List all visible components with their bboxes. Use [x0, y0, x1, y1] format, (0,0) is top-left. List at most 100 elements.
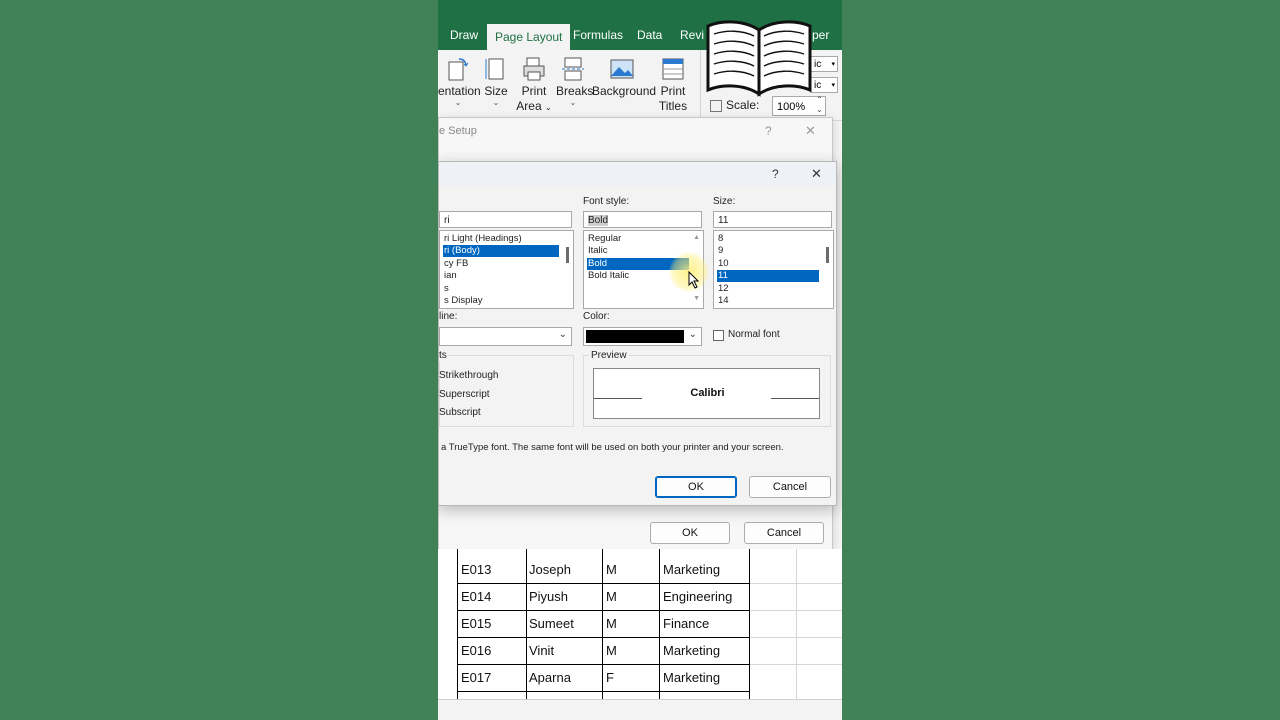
- scrollbar-thumb[interactable]: [826, 247, 829, 263]
- cell-name[interactable]: Aparna: [529, 664, 571, 691]
- cancel-button[interactable]: Cancel: [749, 476, 831, 498]
- preview-text: Calibri: [690, 387, 725, 399]
- list-item[interactable]: 8: [717, 233, 819, 245]
- effects-label: ts: [439, 350, 447, 361]
- status-bar: [438, 699, 842, 720]
- cell-department[interactable]: Marketing: [663, 556, 720, 583]
- scale-spinner[interactable]: ⌃ ⌄: [816, 95, 823, 115]
- grid-line: [457, 549, 458, 699]
- scroll-down-icon[interactable]: ▼: [693, 295, 700, 302]
- worksheet-grid: E013 Joseph M Marketing E014 Piyush M En…: [438, 549, 842, 720]
- grid-line: [750, 610, 842, 611]
- color-label: Color:: [583, 311, 610, 322]
- print-titles-button[interactable]: Print Titles: [656, 50, 690, 114]
- breaks-icon: [560, 56, 586, 82]
- tab-draw[interactable]: Draw: [450, 28, 478, 42]
- cell-name[interactable]: Vinit: [529, 637, 554, 664]
- close-icon[interactable]: ✕: [805, 123, 816, 139]
- chevron-down-icon: ⌄: [454, 98, 462, 107]
- tab-developer[interactable]: per: [812, 28, 829, 42]
- preview-label: Preview: [589, 350, 629, 361]
- list-item[interactable]: 12: [717, 283, 819, 295]
- scrollbar-thumb[interactable]: [566, 247, 569, 263]
- cell-gender[interactable]: F: [606, 664, 614, 691]
- preview-box: Calibri: [593, 368, 820, 419]
- printer-icon: [521, 56, 547, 82]
- chevron-down-icon: ⌄: [558, 329, 567, 340]
- truetype-info-text: a TrueType font. The same font will be u…: [441, 442, 784, 453]
- cell-gender[interactable]: M: [606, 556, 617, 583]
- cell-id[interactable]: E015: [461, 610, 491, 637]
- format-cells-font-dialog: ? ✕ ri ri Light (Headings) ri (Body) cy …: [438, 161, 837, 506]
- grid-line: [796, 549, 797, 699]
- cell-name[interactable]: Piyush: [529, 583, 568, 610]
- tab-review[interactable]: Revi: [680, 28, 704, 42]
- background-image-icon: [609, 56, 635, 82]
- color-select[interactable]: ⌄: [583, 327, 702, 346]
- list-item[interactable]: cy FB: [443, 258, 559, 270]
- scroll-up-icon[interactable]: ▲: [693, 234, 700, 241]
- cell-id[interactable]: E017: [461, 664, 491, 691]
- list-item[interactable]: 11: [717, 270, 819, 282]
- color-swatch: [586, 330, 684, 343]
- close-icon[interactable]: ✕: [811, 166, 822, 182]
- cell-department[interactable]: Finance: [663, 610, 709, 637]
- underline-select[interactable]: ⌄: [439, 327, 572, 346]
- orientation-button[interactable]: entation ⌄: [438, 50, 481, 108]
- breaks-button[interactable]: Breaks ⌄: [556, 50, 593, 108]
- list-item[interactable]: ri Light (Headings): [443, 233, 559, 245]
- subscript-checkbox[interactable]: Subscript: [439, 407, 481, 418]
- size-button[interactable]: Size ⌄: [482, 50, 510, 108]
- superscript-checkbox[interactable]: Superscript: [439, 389, 490, 400]
- size-icon: [483, 56, 509, 82]
- cell-name[interactable]: Sumeet: [529, 610, 574, 637]
- cell-gender[interactable]: M: [606, 583, 617, 610]
- list-item[interactable]: s: [443, 283, 559, 295]
- font-style-input[interactable]: Bold: [583, 211, 702, 228]
- chevron-down-icon: ⌄: [688, 329, 697, 340]
- size-input[interactable]: 11: [713, 211, 832, 228]
- cell-id[interactable]: E016: [461, 637, 491, 664]
- cell-id[interactable]: E013: [461, 556, 491, 583]
- cell-id[interactable]: E014: [461, 583, 491, 610]
- ok-button[interactable]: OK: [655, 476, 737, 498]
- help-button[interactable]: ?: [765, 124, 772, 138]
- list-item[interactable]: Regular: [587, 233, 689, 245]
- book-icon: [704, 14, 814, 100]
- cell-department[interactable]: Marketing: [663, 637, 720, 664]
- normal-font-checkbox[interactable]: [713, 330, 724, 341]
- list-item[interactable]: 14: [717, 295, 819, 307]
- chevron-down-icon: ⌄: [569, 98, 577, 107]
- size-label: Size:: [713, 196, 736, 207]
- page-setup-ok-button[interactable]: OK: [650, 522, 730, 544]
- background-button[interactable]: Background: [592, 50, 656, 98]
- width-select[interactable]: ic ▾: [810, 56, 838, 72]
- cell-gender[interactable]: M: [606, 610, 617, 637]
- strikethrough-checkbox[interactable]: Strikethrough: [439, 370, 498, 381]
- list-item[interactable]: 10: [717, 258, 819, 270]
- cell-department[interactable]: Marketing: [663, 664, 720, 691]
- list-item[interactable]: 9: [717, 245, 819, 257]
- tab-formulas[interactable]: Formulas: [573, 28, 623, 42]
- grid-line: [659, 549, 660, 699]
- help-button[interactable]: ?: [772, 167, 779, 181]
- orientation-icon: [445, 56, 471, 82]
- tab-page-layout[interactable]: Page Layout: [487, 24, 571, 50]
- font-input[interactable]: ri: [439, 211, 572, 228]
- list-item[interactable]: Italic: [587, 245, 689, 257]
- page-setup-cancel-button[interactable]: Cancel: [744, 522, 824, 544]
- dropdown-arrow-icon: ▾: [831, 61, 835, 68]
- normal-font-label: Normal font: [728, 329, 780, 340]
- size-list[interactable]: 8 9 10 11 12 14: [713, 230, 834, 309]
- list-item[interactable]: ian: [443, 270, 559, 282]
- print-area-button[interactable]: Print Area ⌄: [516, 50, 552, 115]
- cell-department[interactable]: Engineering: [663, 583, 732, 610]
- grid-line: [526, 549, 527, 699]
- list-item[interactable]: ri (Body): [443, 245, 559, 257]
- tab-data[interactable]: Data: [637, 28, 662, 42]
- height-select[interactable]: ic ▾: [810, 77, 838, 93]
- cell-gender[interactable]: M: [606, 637, 617, 664]
- list-item[interactable]: s Display: [443, 295, 559, 307]
- font-list[interactable]: ri Light (Headings) ri (Body) cy FB ian …: [439, 230, 574, 309]
- cell-name[interactable]: Joseph: [529, 556, 571, 583]
